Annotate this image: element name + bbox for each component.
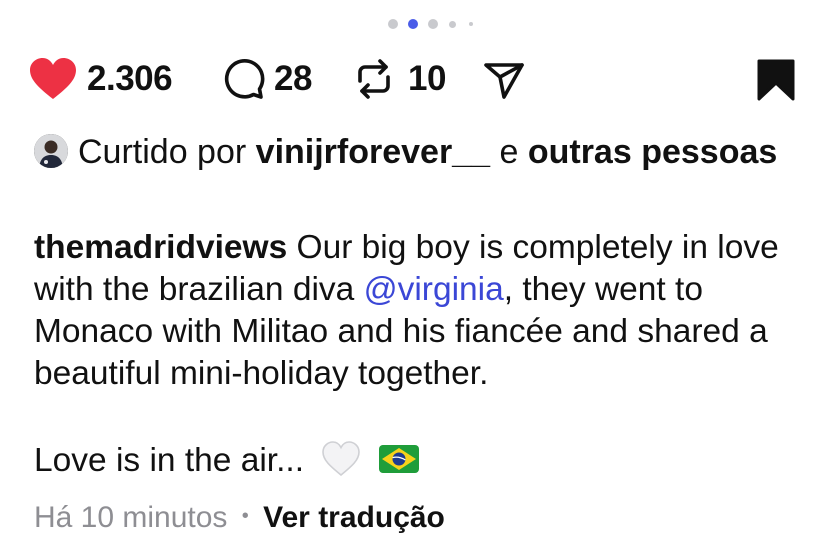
carousel-dot — [449, 21, 456, 28]
translate-link[interactable]: Ver tradução — [263, 501, 445, 534]
liked-by-others-link[interactable]: outras pessoas — [528, 133, 777, 171]
likes-count: 2.306 — [87, 59, 173, 98]
carousel-dot — [428, 19, 438, 29]
caption-love-line: Love is in the air... — [34, 442, 305, 479]
liked-by-text: Curtido por vinijrforever__ e outras pes… — [34, 132, 814, 172]
brazil-flag-emoji-icon — [378, 445, 419, 473]
post-username[interactable]: themadridviews — [34, 229, 287, 266]
liked-by-conj: e — [499, 133, 519, 171]
like-button[interactable]: 2.306 — [28, 54, 173, 104]
share-button[interactable] — [482, 54, 526, 104]
comment-bubble-icon — [224, 59, 265, 99]
caption-mention-link[interactable]: @virginia — [364, 271, 504, 308]
carousel-dot — [388, 19, 398, 29]
liked-by-prefix: Curtido por — [78, 133, 247, 171]
heart-filled-icon — [30, 58, 76, 99]
carousel-indicator — [388, 17, 478, 31]
repost-button[interactable]: 10 — [352, 54, 446, 104]
send-paper-plane-icon — [484, 63, 524, 99]
carousel-dot-active — [408, 19, 418, 29]
repost-icon — [358, 59, 390, 99]
post-meta: Há 10 minutos • Ver tradução — [34, 496, 445, 538]
comment-button[interactable]: 28 — [221, 54, 312, 104]
caption-second-paragraph: Love is in the air... — [34, 440, 419, 482]
post-timestamp: Há 10 minutos — [34, 501, 228, 534]
post-caption: themadridviews Our big boy is completely… — [34, 227, 814, 395]
comments-count: 28 — [274, 59, 312, 98]
liked-by-user-link[interactable]: vinijrforever__ — [256, 133, 490, 171]
white-heart-emoji-icon — [322, 441, 361, 477]
carousel-dot — [469, 22, 473, 26]
reposts-count: 10 — [408, 59, 446, 98]
save-button[interactable] — [756, 54, 796, 104]
bookmark-filled-icon — [757, 59, 795, 101]
meta-separator: • — [241, 505, 249, 527]
